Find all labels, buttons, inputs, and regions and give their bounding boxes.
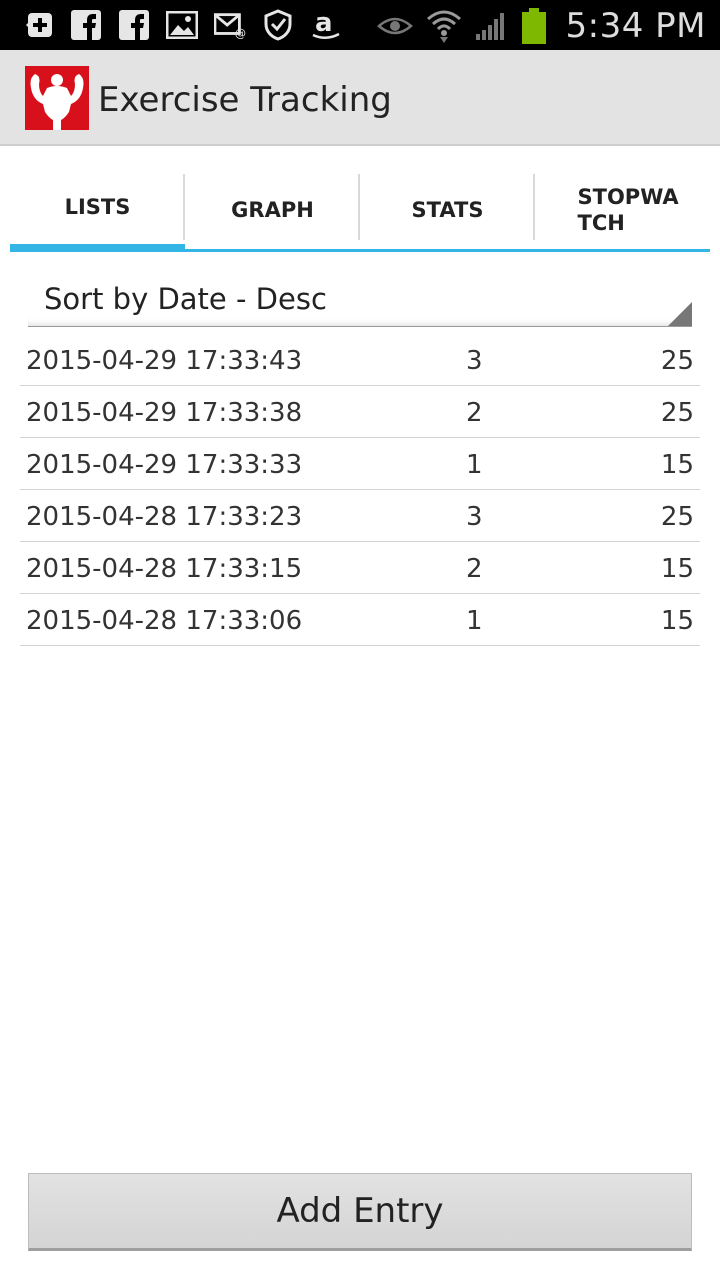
amazon-icon: a: [310, 9, 342, 41]
app-title: Exercise Tracking: [98, 80, 392, 120]
notification-icons: @ a: [22, 9, 342, 41]
system-icons: 5:34 PM: [376, 6, 707, 46]
shield-icon: [262, 9, 294, 41]
tab-graph[interactable]: GRAPH: [185, 170, 360, 252]
entry-set: 1: [466, 606, 483, 636]
list-item[interactable]: 2015-04-28 17:33:15 2 15: [20, 542, 700, 594]
entry-value: 15: [660, 554, 694, 584]
sort-selected-value: Sort by Date - Desc: [44, 282, 327, 316]
entry-set: 1: [466, 450, 483, 480]
battery-icon: [520, 8, 548, 44]
entry-date: 2015-04-29 17:33:33: [26, 450, 303, 480]
entries-list: 2015-04-29 17:33:43 3 25 2015-04-29 17:3…: [20, 334, 700, 646]
clock: 5:34 PM: [565, 6, 706, 46]
list-item[interactable]: 2015-04-28 17:33:23 3 25: [20, 490, 700, 542]
entry-value: 15: [660, 606, 694, 636]
entry-date: 2015-04-29 17:33:43: [26, 346, 303, 376]
tab-label: STOPWA TCH: [577, 184, 679, 235]
dropdown-corner-icon: [668, 302, 692, 326]
tab-stopwatch[interactable]: STOPWA TCH: [535, 170, 710, 252]
entry-date: 2015-04-28 17:33:23: [26, 502, 303, 532]
entry-date: 2015-04-28 17:33:15: [26, 554, 303, 584]
svg-text:a: a: [315, 9, 333, 38]
entry-set: 3: [466, 502, 483, 532]
entry-value: 25: [660, 502, 694, 532]
tab-label: GRAPH: [231, 197, 314, 222]
entry-value: 15: [660, 450, 694, 480]
list-item[interactable]: 2015-04-29 17:33:33 1 15: [20, 438, 700, 490]
entry-date: 2015-04-28 17:33:06: [26, 606, 303, 636]
entry-set: 2: [466, 398, 483, 428]
entry-set: 2: [466, 554, 483, 584]
list-item[interactable]: 2015-04-29 17:33:43 3 25: [20, 334, 700, 386]
add-icon: [22, 9, 54, 41]
svg-text:@: @: [235, 27, 246, 39]
tab-label: LISTS: [64, 195, 131, 219]
tab-label: STATS: [411, 197, 484, 222]
entry-value: 25: [660, 346, 694, 376]
entry-set: 3: [466, 346, 483, 376]
action-bar: Exercise Tracking: [0, 50, 720, 146]
entry-date: 2015-04-29 17:33:38: [26, 398, 303, 428]
eye-icon: [376, 10, 414, 42]
wifi-icon: [426, 10, 462, 43]
facebook-icon: [70, 9, 102, 41]
image-icon: [166, 9, 198, 41]
tab-stats[interactable]: STATS: [360, 170, 535, 252]
email-icon: @: [214, 9, 246, 41]
tab-lists[interactable]: LISTS: [10, 170, 185, 252]
tab-bar: LISTS GRAPH STATS STOPWA TCH: [10, 170, 710, 252]
list-item[interactable]: 2015-04-28 17:33:06 1 15: [20, 594, 700, 646]
sort-dropdown[interactable]: Sort by Date - Desc: [28, 264, 692, 327]
add-entry-button[interactable]: Add Entry: [28, 1173, 692, 1251]
status-bar: @ a 5:34 PM: [0, 0, 720, 50]
app-logo-icon[interactable]: [25, 66, 89, 130]
entry-value: 25: [660, 398, 694, 428]
facebook-icon: [118, 9, 150, 41]
signal-icon: [474, 10, 508, 42]
list-item[interactable]: 2015-04-29 17:33:38 2 25: [20, 386, 700, 438]
